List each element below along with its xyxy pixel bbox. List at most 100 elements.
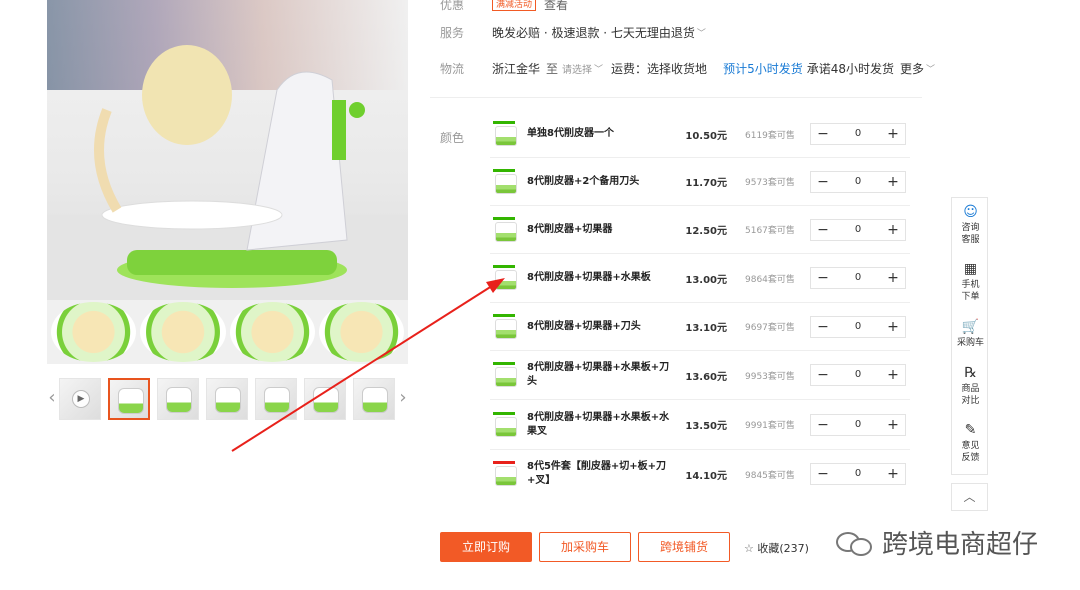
quantity-input[interactable]: 0 [835,365,881,385]
sku-price: 13.50元 [685,421,727,432]
promo-circle [51,302,137,362]
chevron-down-icon[interactable]: ﹀ [697,26,706,39]
consult-label: 咨询客服 [961,223,980,245]
decrement-button[interactable]: − [811,415,835,435]
quantity-input[interactable]: 0 [835,124,881,144]
chevron-left-icon[interactable]: ‹ [47,386,57,410]
sku-thumbnail[interactable] [493,362,519,388]
thumbnail[interactable] [108,378,150,420]
ship-promise: 承诺48小时发货 [806,62,894,76]
feedback-label: 意见反馈 [961,441,980,463]
sku-price: 12.50元 [685,226,727,237]
increment-button[interactable]: + [881,464,905,484]
sku-name: 8代削皮器+切果器+刀头 [527,320,641,332]
cross-border-button[interactable]: 跨境铺货 [638,532,730,562]
compare-icon: ℞ [964,365,977,381]
thumbnail[interactable] [157,378,199,420]
quantity-input[interactable]: 0 [835,464,881,484]
sku-name: 8代削皮器+切果器+水果板+刀头 [527,362,670,387]
sku-price: 11.70元 [685,178,727,189]
mobile-order-button[interactable]: ▦ 手机下单 [952,261,989,303]
promo-image-strip [47,300,408,364]
quantity-input[interactable]: 0 [835,172,881,192]
sku-name: 单独8代削皮器一个 [527,128,614,139]
sku-thumbnail[interactable] [493,411,519,438]
sku-name: 8代削皮器+切果器 [527,223,613,235]
decrement-button[interactable]: − [811,317,835,337]
sku-thumbnail[interactable] [493,168,519,195]
increment-button[interactable]: + [881,365,905,385]
quantity-stepper: − 0 + [810,315,906,338]
quantity-input[interactable]: 0 [835,220,881,240]
thumbnail[interactable] [353,378,395,420]
decrement-button[interactable]: − [811,124,835,144]
favorite-button[interactable]: ☆ 收藏(237) [744,540,809,556]
add-to-cart-button[interactable]: 加采购车 [539,532,631,562]
color-label: 颜色 [440,131,465,145]
promo-circle [229,302,315,362]
more-link[interactable]: 更多 [900,60,924,77]
thumbnail[interactable] [206,378,248,420]
service-label: 服务 [440,26,465,40]
service-row: 服务 晚发必赔 · 极速退款 · 七天无理由退货 ﹀ [440,24,706,41]
quantity-stepper: − 0 + [810,364,906,386]
quantity-stepper: − 0 + [810,413,906,436]
increment-button[interactable]: + [881,124,905,144]
star-icon: ☆ [744,542,754,555]
to-word: 至 [546,62,559,76]
increment-button[interactable]: + [881,317,905,337]
sku-thumbnail[interactable] [493,265,519,291]
decrement-button[interactable]: − [811,464,835,484]
increment-button[interactable]: + [881,172,905,192]
sku-thumbnail[interactable] [493,121,519,147]
thumbnail[interactable] [304,378,346,420]
promo-more-link[interactable]: 查看 [544,0,568,13]
sku-thumbnail[interactable] [493,313,519,340]
compare-label: 商品对比 [961,384,980,406]
thumbnail-video[interactable]: ▶ [59,378,101,420]
cart-button[interactable]: 🛒 采购车 [952,319,989,349]
compare-button[interactable]: ℞ 商品对比 [952,365,989,407]
decrement-button[interactable]: − [811,172,835,192]
sku-name: 8代削皮器+2个备用刀头 [527,175,640,187]
product-main-image[interactable] [47,0,408,300]
quantity-input[interactable]: 0 [835,415,881,435]
sku-row: 8代削皮器+切果器 12.50元 5167套可售 − 0 + [490,206,910,254]
sku-price: 10.50元 [685,130,727,142]
increment-button[interactable]: + [881,415,905,435]
watermark-text: 跨境电商超仔 [882,530,1039,560]
decrement-button[interactable]: − [811,220,835,240]
feedback-button[interactable]: ✎ 意见反馈 [952,422,989,464]
chevron-down-icon[interactable]: ﹀ [594,62,603,75]
sku-thumbnail[interactable] [493,461,519,487]
sku-row: 8代削皮器+2个备用刀头 11.70元 9573套可售 − 0 + [490,158,910,206]
thumbnail[interactable] [255,378,297,420]
chat-icon: ☺ [963,204,978,220]
sku-name: 8代削皮器+切果器+水果板+水果叉 [527,411,670,437]
sku-name: 8代5件套【削皮器+切+板+刀+叉】 [527,461,667,486]
sku-thumbnail[interactable] [493,216,519,243]
sku-price: 13.60元 [685,371,727,383]
destination-select[interactable]: 请选择 [562,61,592,76]
logistics-label: 物流 [440,62,465,76]
increment-button[interactable]: + [881,220,905,240]
consult-service-button[interactable]: ☺ 咨询客服 [952,204,989,246]
decrement-button[interactable]: − [811,365,835,385]
back-to-top-button[interactable]: ︿ [951,483,988,511]
quantity-stepper: − 0 + [810,123,906,145]
promo-circle [140,302,226,362]
sku-row: 8代削皮器+切果器+水果板 13.00元 9864套可售 − 0 + [490,254,910,303]
chevron-right-icon[interactable]: › [398,386,408,410]
mobile-label: 手机下单 [961,280,980,302]
order-now-button[interactable]: 立即订购 [440,532,532,562]
logistics-row: 物流 浙江金华 至 请选择 ﹀ 运费：选择收货地 预计5小时发货 承诺48小时发… [440,60,935,77]
quantity-input[interactable]: 0 [835,317,881,337]
decrement-button[interactable]: − [811,268,835,288]
peeler-illustration [47,45,408,300]
increment-button[interactable]: + [881,268,905,288]
quantity-stepper: − 0 + [810,267,906,289]
chevron-down-icon[interactable]: ﹀ [926,62,935,75]
quantity-input[interactable]: 0 [835,268,881,288]
sku-row: 8代5件套【削皮器+切+板+刀+叉】 14.10元 9845套可售 − 0 + [490,450,910,498]
ship-from: 浙江金华 [492,62,541,76]
